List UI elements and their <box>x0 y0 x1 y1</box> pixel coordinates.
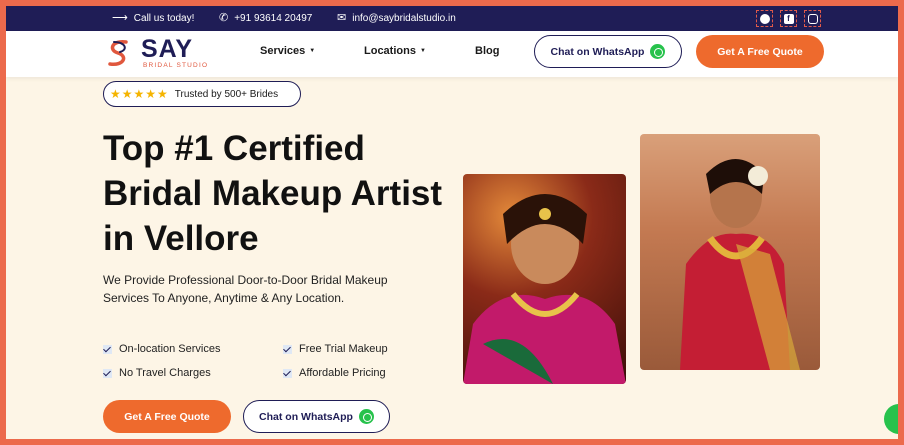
hero-quote-label: Get A Free Quote <box>124 410 210 423</box>
email-link[interactable]: ✉ info@saybridalstudio.in <box>337 6 456 31</box>
nav-locations[interactable]: Locations ▼ <box>364 45 426 57</box>
caret-down-icon: ▼ <box>309 48 316 54</box>
feature-label: No Travel Charges <box>119 367 211 379</box>
nav-services-label: Services <box>260 45 306 57</box>
check-icon <box>283 368 292 378</box>
page: ⟶ Call us today! ✆ +91 93614 20497 ✉ inf… <box>6 6 898 439</box>
nav-quote-button[interactable]: Get A Free Quote <box>696 35 824 68</box>
check-icon <box>103 368 112 378</box>
feature-item: Free Trial Makeup <box>283 343 388 355</box>
nav-quote-label: Get A Free Quote <box>717 45 803 58</box>
main-nav: SAY BRIDAL STUDIO Services ▼ Locations ▼… <box>6 31 898 77</box>
whatsapp-icon <box>650 44 666 59</box>
headline-line: Bridal Makeup Artist <box>103 174 443 213</box>
brand-tagline: BRIDAL STUDIO <box>143 62 209 69</box>
logo-icon[interactable] <box>102 36 136 70</box>
whatsapp-icon <box>759 13 770 24</box>
phone-icon: ✆ <box>219 12 229 24</box>
hero-headline: Top #1 Certified Bridal Makeup Artist in… <box>103 126 463 261</box>
nav-blog-label: Blog <box>475 45 500 57</box>
feature-item: On-location Services <box>103 343 221 355</box>
hero-whatsapp-label: Chat on WhatsApp <box>259 410 353 423</box>
hero-subtext: We Provide Professional Door-to-Door Bri… <box>103 273 388 305</box>
feature-label: On-location Services <box>119 343 221 355</box>
nav-whatsapp-label: Chat on WhatsApp <box>550 45 645 58</box>
floating-whatsapp-button[interactable] <box>884 404 898 434</box>
nav-whatsapp-button[interactable]: Chat on WhatsApp <box>534 35 682 68</box>
phone-link[interactable]: ✆ +91 93614 20497 <box>219 6 312 31</box>
rating-stars-icon: ★★★★★ <box>110 87 169 101</box>
feature-label: Free Trial Makeup <box>299 343 388 355</box>
mail-icon: ✉ <box>337 12 347 24</box>
nav-locations-label: Locations <box>364 45 416 57</box>
check-icon <box>283 344 292 354</box>
trust-badge: ★★★★★ Trusted by 500+ Brides <box>103 81 301 107</box>
facebook-social-link[interactable]: f <box>780 10 797 27</box>
feature-item: No Travel Charges <box>103 367 211 379</box>
arrow-right-icon: ⟶ <box>112 12 128 24</box>
feature-item: Affordable Pricing <box>283 367 386 379</box>
call-us-label: Call us today! <box>133 13 195 24</box>
headline-line: in Vellore <box>103 219 259 258</box>
nav-blog[interactable]: Blog <box>475 45 499 57</box>
trust-badge-label: Trusted by 500+ Brides <box>174 88 279 100</box>
feature-label: Affordable Pricing <box>299 367 386 379</box>
nav-services[interactable]: Services ▼ <box>260 45 315 57</box>
brand-name[interactable]: SAY <box>141 35 193 64</box>
email-address: info@saybridalstudio.in <box>352 13 456 24</box>
caret-down-icon: ▼ <box>419 48 426 54</box>
top-bar: ⟶ Call us today! ✆ +91 93614 20497 ✉ inf… <box>6 6 898 31</box>
headline-line: Top #1 Certified <box>103 129 365 168</box>
bride-photo-2-art <box>680 159 800 370</box>
hero-whatsapp-button[interactable]: Chat on WhatsApp <box>243 400 390 433</box>
bride-photo-2 <box>640 134 820 370</box>
check-icon <box>103 344 112 354</box>
facebook-icon: f <box>783 13 794 24</box>
whatsapp-icon <box>358 409 374 424</box>
whatsapp-social-link[interactable] <box>756 10 773 27</box>
bride-photo-1 <box>463 174 626 384</box>
instagram-social-link[interactable] <box>804 10 821 27</box>
call-us-item[interactable]: ⟶ Call us today! <box>112 6 194 31</box>
instagram-icon <box>807 13 818 24</box>
bride-photo-1-art <box>463 194 626 384</box>
hero-quote-button[interactable]: Get A Free Quote <box>103 400 231 433</box>
phone-number: +91 93614 20497 <box>234 13 313 24</box>
